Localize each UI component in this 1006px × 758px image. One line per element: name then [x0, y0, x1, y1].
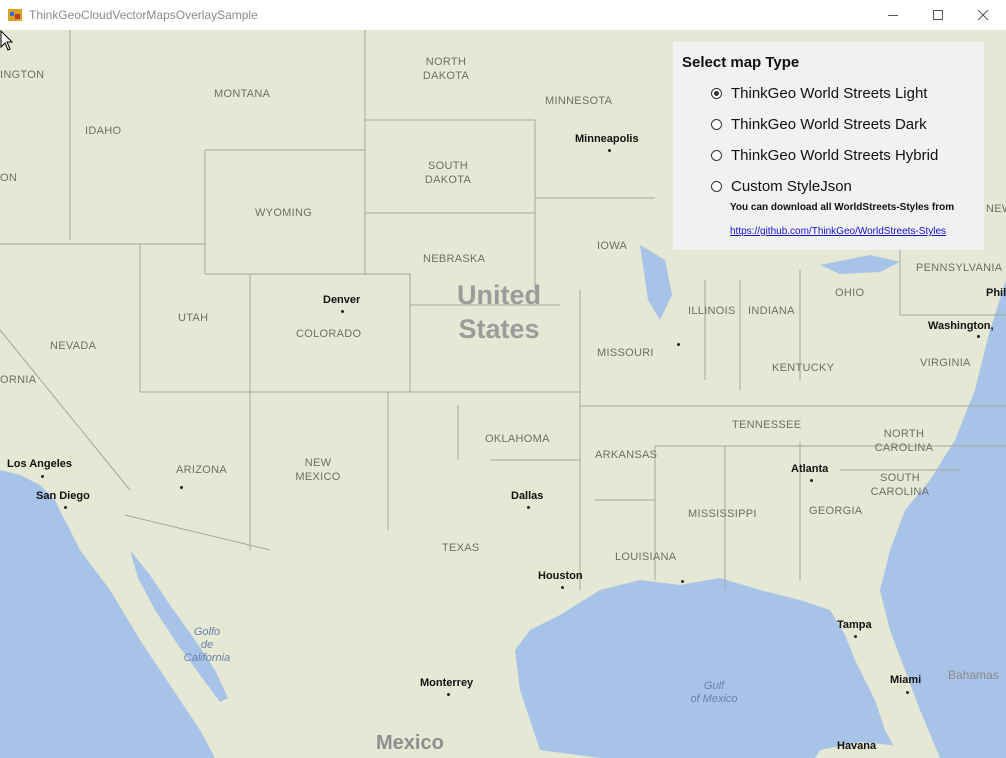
state-label-montana: MONTANA — [214, 88, 271, 100]
state-label-north-dakota: NORTH DAKOTA — [422, 56, 470, 82]
city-label-tampa: Tampa — [837, 619, 872, 631]
state-label-north-carolina: NORTH CAROLINA — [874, 428, 934, 454]
close-button[interactable] — [960, 0, 1006, 30]
city-label-washington: Washington, — [928, 320, 994, 332]
title-bar: ThinkGeoCloudVectorMapsOverlaySample — [0, 0, 1006, 30]
city-label-havana: Havana — [837, 740, 877, 752]
state-label-virginia: VIRGINIA — [920, 357, 971, 369]
city-dot-atlanta — [810, 479, 813, 482]
state-label-utah: UTAH — [178, 312, 209, 324]
state-label-oregon: ON — [0, 172, 18, 184]
state-label-california: ORNIA — [0, 374, 37, 386]
city-dot-los-angeles — [41, 475, 44, 478]
state-label-minnesota: MINNESOTA — [545, 95, 613, 107]
state-label-colorado: COLORADO — [296, 328, 362, 340]
country-label-mexico: Mexico — [376, 732, 444, 754]
state-label-indiana: INDIANA — [748, 305, 795, 317]
city-label-monterrey: Monterrey — [420, 677, 474, 689]
water-label-bahamas: Bahamas — [948, 668, 999, 682]
state-label-iowa: IOWA — [597, 240, 628, 252]
city-dot-san-diego — [64, 506, 67, 509]
state-label-pennsylvania: PENNSYLVANIA — [916, 262, 1003, 274]
city-label-miami: Miami — [890, 674, 922, 686]
state-label-washington: INGTON — [0, 69, 45, 81]
radio-option-streets-hybrid[interactable]: ThinkGeo World Streets Hybrid — [711, 145, 938, 165]
radio-option-streets-dark[interactable]: ThinkGeo World Streets Dark — [711, 114, 927, 134]
water-label-golfo-de-california: Golfo de California — [183, 626, 231, 664]
city-label-dallas: Dallas — [511, 490, 544, 502]
minimize-button[interactable] — [870, 0, 916, 30]
state-label-louisiana: LOUISIANA — [615, 551, 677, 563]
city-dot-dallas — [527, 506, 530, 509]
radio-option-custom-stylejson[interactable]: Custom StyleJson — [711, 176, 852, 196]
radio-label: Custom StyleJson — [731, 177, 852, 195]
city-dot-monterrey — [447, 693, 450, 696]
maximize-icon — [933, 10, 943, 20]
city-label-atlanta: Atlanta — [791, 463, 829, 475]
maximize-button[interactable] — [915, 0, 961, 30]
radio-button[interactable] — [711, 180, 722, 192]
state-label-texas: TEXAS — [442, 542, 480, 554]
radio-option-streets-light[interactable]: ThinkGeo World Streets Light — [711, 83, 927, 103]
state-label-ohio: OHIO — [835, 287, 865, 299]
state-label-georgia: GEORGIA — [809, 505, 863, 517]
download-note: You can download all WorldStreets-Styles… — [730, 202, 955, 213]
window-title: ThinkGeoCloudVectorMapsOverlaySample — [29, 8, 258, 22]
panel-title: Select map Type — [682, 54, 800, 71]
city-dot-st-louis — [677, 343, 680, 346]
styles-download-link[interactable]: https://github.com/ThinkGeo/WorldStreets… — [730, 226, 946, 237]
city-dot-washington — [977, 335, 980, 338]
close-icon — [977, 9, 989, 21]
radio-button[interactable] — [711, 118, 722, 130]
state-label-nebraska: NEBRASKA — [423, 253, 486, 265]
state-label-tennessee: TENNESSEE — [732, 419, 802, 431]
state-label-idaho: IDAHO — [85, 125, 122, 137]
radio-button[interactable] — [711, 149, 722, 161]
state-label-missouri: MISSOURI — [597, 347, 654, 359]
city-dot-houston — [561, 586, 564, 589]
state-label-oklahoma: OKLAHOMA — [485, 433, 550, 445]
radio-label: ThinkGeo World Streets Dark — [731, 115, 927, 133]
minimize-icon — [888, 15, 898, 16]
city-label-philadelphia: Phil — [986, 287, 1006, 299]
state-label-new-york: NEW — [986, 203, 1006, 215]
radio-label: ThinkGeo World Streets Light — [731, 84, 928, 102]
app-icon — [8, 9, 22, 21]
city-label-houston: Houston — [538, 570, 583, 582]
city-dot-minneapolis — [608, 149, 611, 152]
state-label-mississippi: MISSISSIPPI — [688, 508, 757, 520]
city-label-minneapolis: Minneapolis — [575, 133, 639, 145]
city-label-denver: Denver — [323, 294, 361, 306]
state-label-wyoming: WYOMING — [255, 207, 313, 219]
mouse-cursor-icon — [0, 30, 14, 51]
state-label-kentucky: KENTUCKY — [772, 362, 835, 374]
city-dot-phoenix — [180, 486, 183, 489]
state-label-illinois: ILLINOIS — [688, 305, 736, 317]
state-label-south-dakota: SOUTH DAKOTA — [424, 160, 472, 186]
state-label-nevada: NEVADA — [50, 340, 97, 352]
water-label-gulf-of-mexico: Gulf of Mexico — [690, 680, 738, 705]
city-label-san-diego: San Diego — [36, 490, 90, 502]
radio-button-checked[interactable] — [711, 87, 722, 99]
radio-label: ThinkGeo World Streets Hybrid — [731, 146, 939, 164]
state-label-arkansas: ARKANSAS — [595, 449, 658, 461]
city-dot-miami — [906, 691, 909, 694]
city-label-los-angeles: Los Angeles — [7, 458, 72, 470]
country-label-united-states: United States — [457, 280, 541, 344]
city-dot-new-orleans — [681, 580, 684, 583]
state-label-new-mexico: NEW MEXICO — [295, 457, 341, 483]
state-label-south-carolina: SOUTH CAROLINA — [870, 472, 930, 498]
city-dot-denver — [341, 310, 344, 313]
city-dot-tampa — [854, 635, 857, 638]
map-type-panel: Select map Type ThinkGeo World Streets L… — [673, 42, 984, 250]
state-label-arizona: ARIZONA — [176, 464, 227, 476]
